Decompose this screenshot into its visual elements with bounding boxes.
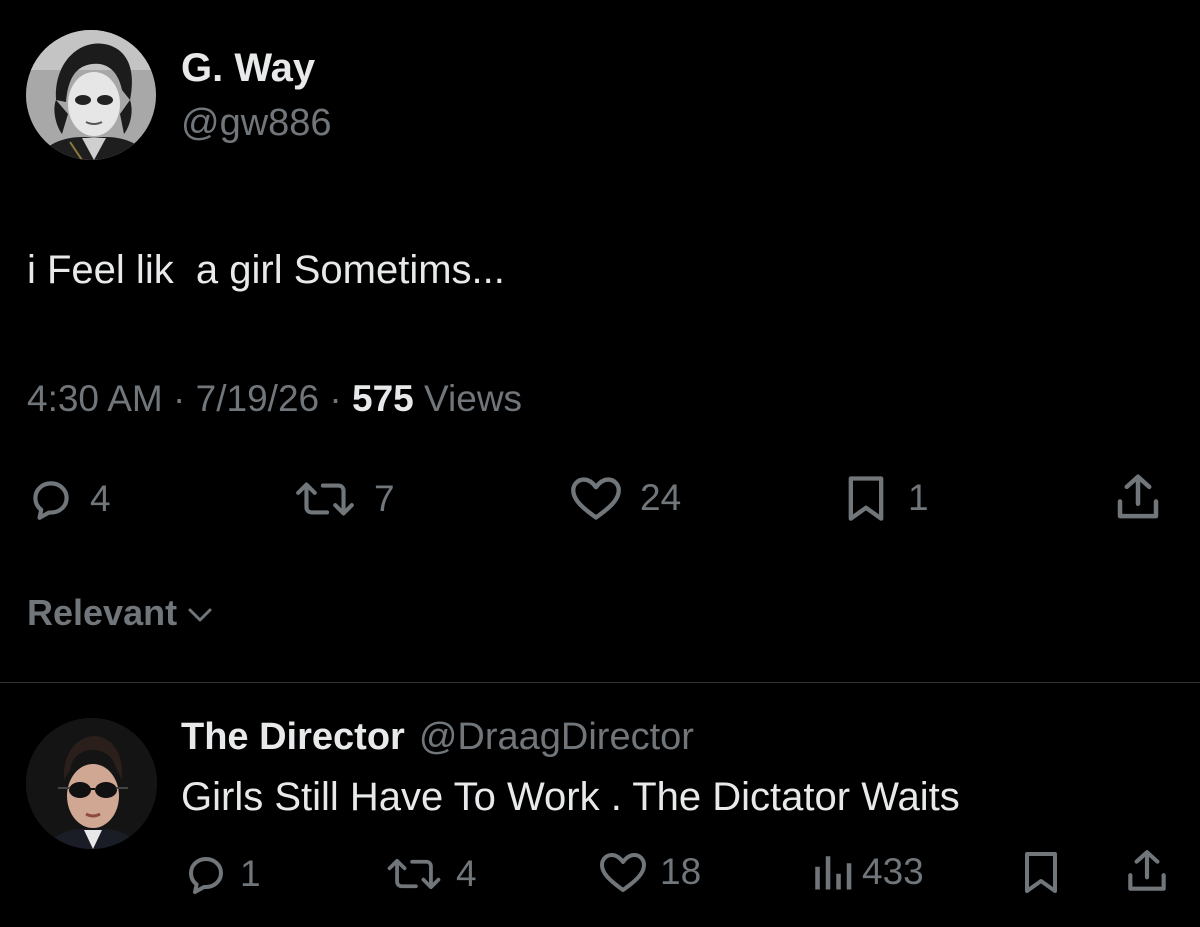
reply-views-button[interactable]: 433 — [810, 850, 924, 894]
repost-icon — [296, 482, 354, 516]
repost-button[interactable]: 7 — [290, 474, 395, 524]
bookmark-button[interactable]: 1 — [838, 472, 929, 524]
views-count: 575 — [352, 378, 414, 419]
chevron-down-icon — [188, 608, 212, 622]
sort-dropdown[interactable]: Relevant — [27, 590, 213, 636]
reply-author-line: The Director @DraagDirector — [181, 714, 694, 760]
meta-separator: · — [173, 378, 186, 419]
heart-icon — [571, 477, 621, 520]
tweet-meta: 4:30 AM · 7/19/26 · 575 Views — [27, 376, 522, 422]
reply-button[interactable]: 4 — [26, 474, 111, 524]
like-count: 24 — [640, 477, 682, 518]
reply-views-count: 433 — [862, 851, 924, 892]
reply-author-handle[interactable]: @DraagDirector — [419, 716, 694, 758]
reply-share-button[interactable] — [1122, 846, 1172, 896]
reply-icon — [189, 857, 223, 894]
sort-label: Relevant — [27, 592, 178, 633]
author-avatar[interactable] — [26, 30, 156, 160]
repost-count: 7 — [374, 478, 395, 519]
like-button[interactable]: 24 — [566, 472, 681, 524]
share-button[interactable] — [1110, 470, 1166, 524]
reply-reply-count: 1 — [240, 853, 261, 894]
reply-count: 4 — [90, 478, 111, 519]
bookmark-icon — [848, 476, 884, 521]
reply-author-avatar-image — [26, 718, 157, 849]
reply-text: Girls Still Have To Work . The Dictator … — [181, 775, 960, 819]
tweet-date[interactable]: 7/19/26 — [196, 378, 319, 419]
reply-bookmark-button[interactable] — [1016, 848, 1066, 896]
repost-icon — [387, 858, 441, 890]
divider — [0, 682, 1200, 683]
share-icon — [1117, 474, 1159, 519]
reply-author-name[interactable]: The Director — [181, 716, 405, 758]
meta-separator: · — [329, 378, 342, 419]
share-icon — [1128, 850, 1166, 891]
views-icon — [815, 856, 852, 890]
reply-repost-button[interactable]: 4 — [382, 850, 477, 898]
author-name[interactable]: G. Way — [181, 44, 315, 92]
reply-reply-button[interactable]: 1 — [182, 850, 261, 898]
tweet-text: i Feel lik a girl Sometims... — [27, 248, 505, 292]
bookmark-icon — [1025, 852, 1057, 893]
reply-like-button[interactable]: 18 — [596, 848, 701, 896]
views-label: Views — [424, 378, 523, 419]
author-avatar-image — [26, 30, 156, 160]
tweet-time[interactable]: 4:30 AM — [27, 378, 163, 419]
bookmark-count: 1 — [908, 477, 929, 518]
heart-icon — [600, 853, 646, 892]
reply-repost-count: 4 — [456, 853, 477, 894]
author-handle[interactable]: @gw886 — [181, 100, 332, 146]
reply-author-avatar[interactable] — [26, 718, 157, 849]
reply-icon — [33, 481, 69, 520]
reply-like-count: 18 — [660, 851, 702, 892]
